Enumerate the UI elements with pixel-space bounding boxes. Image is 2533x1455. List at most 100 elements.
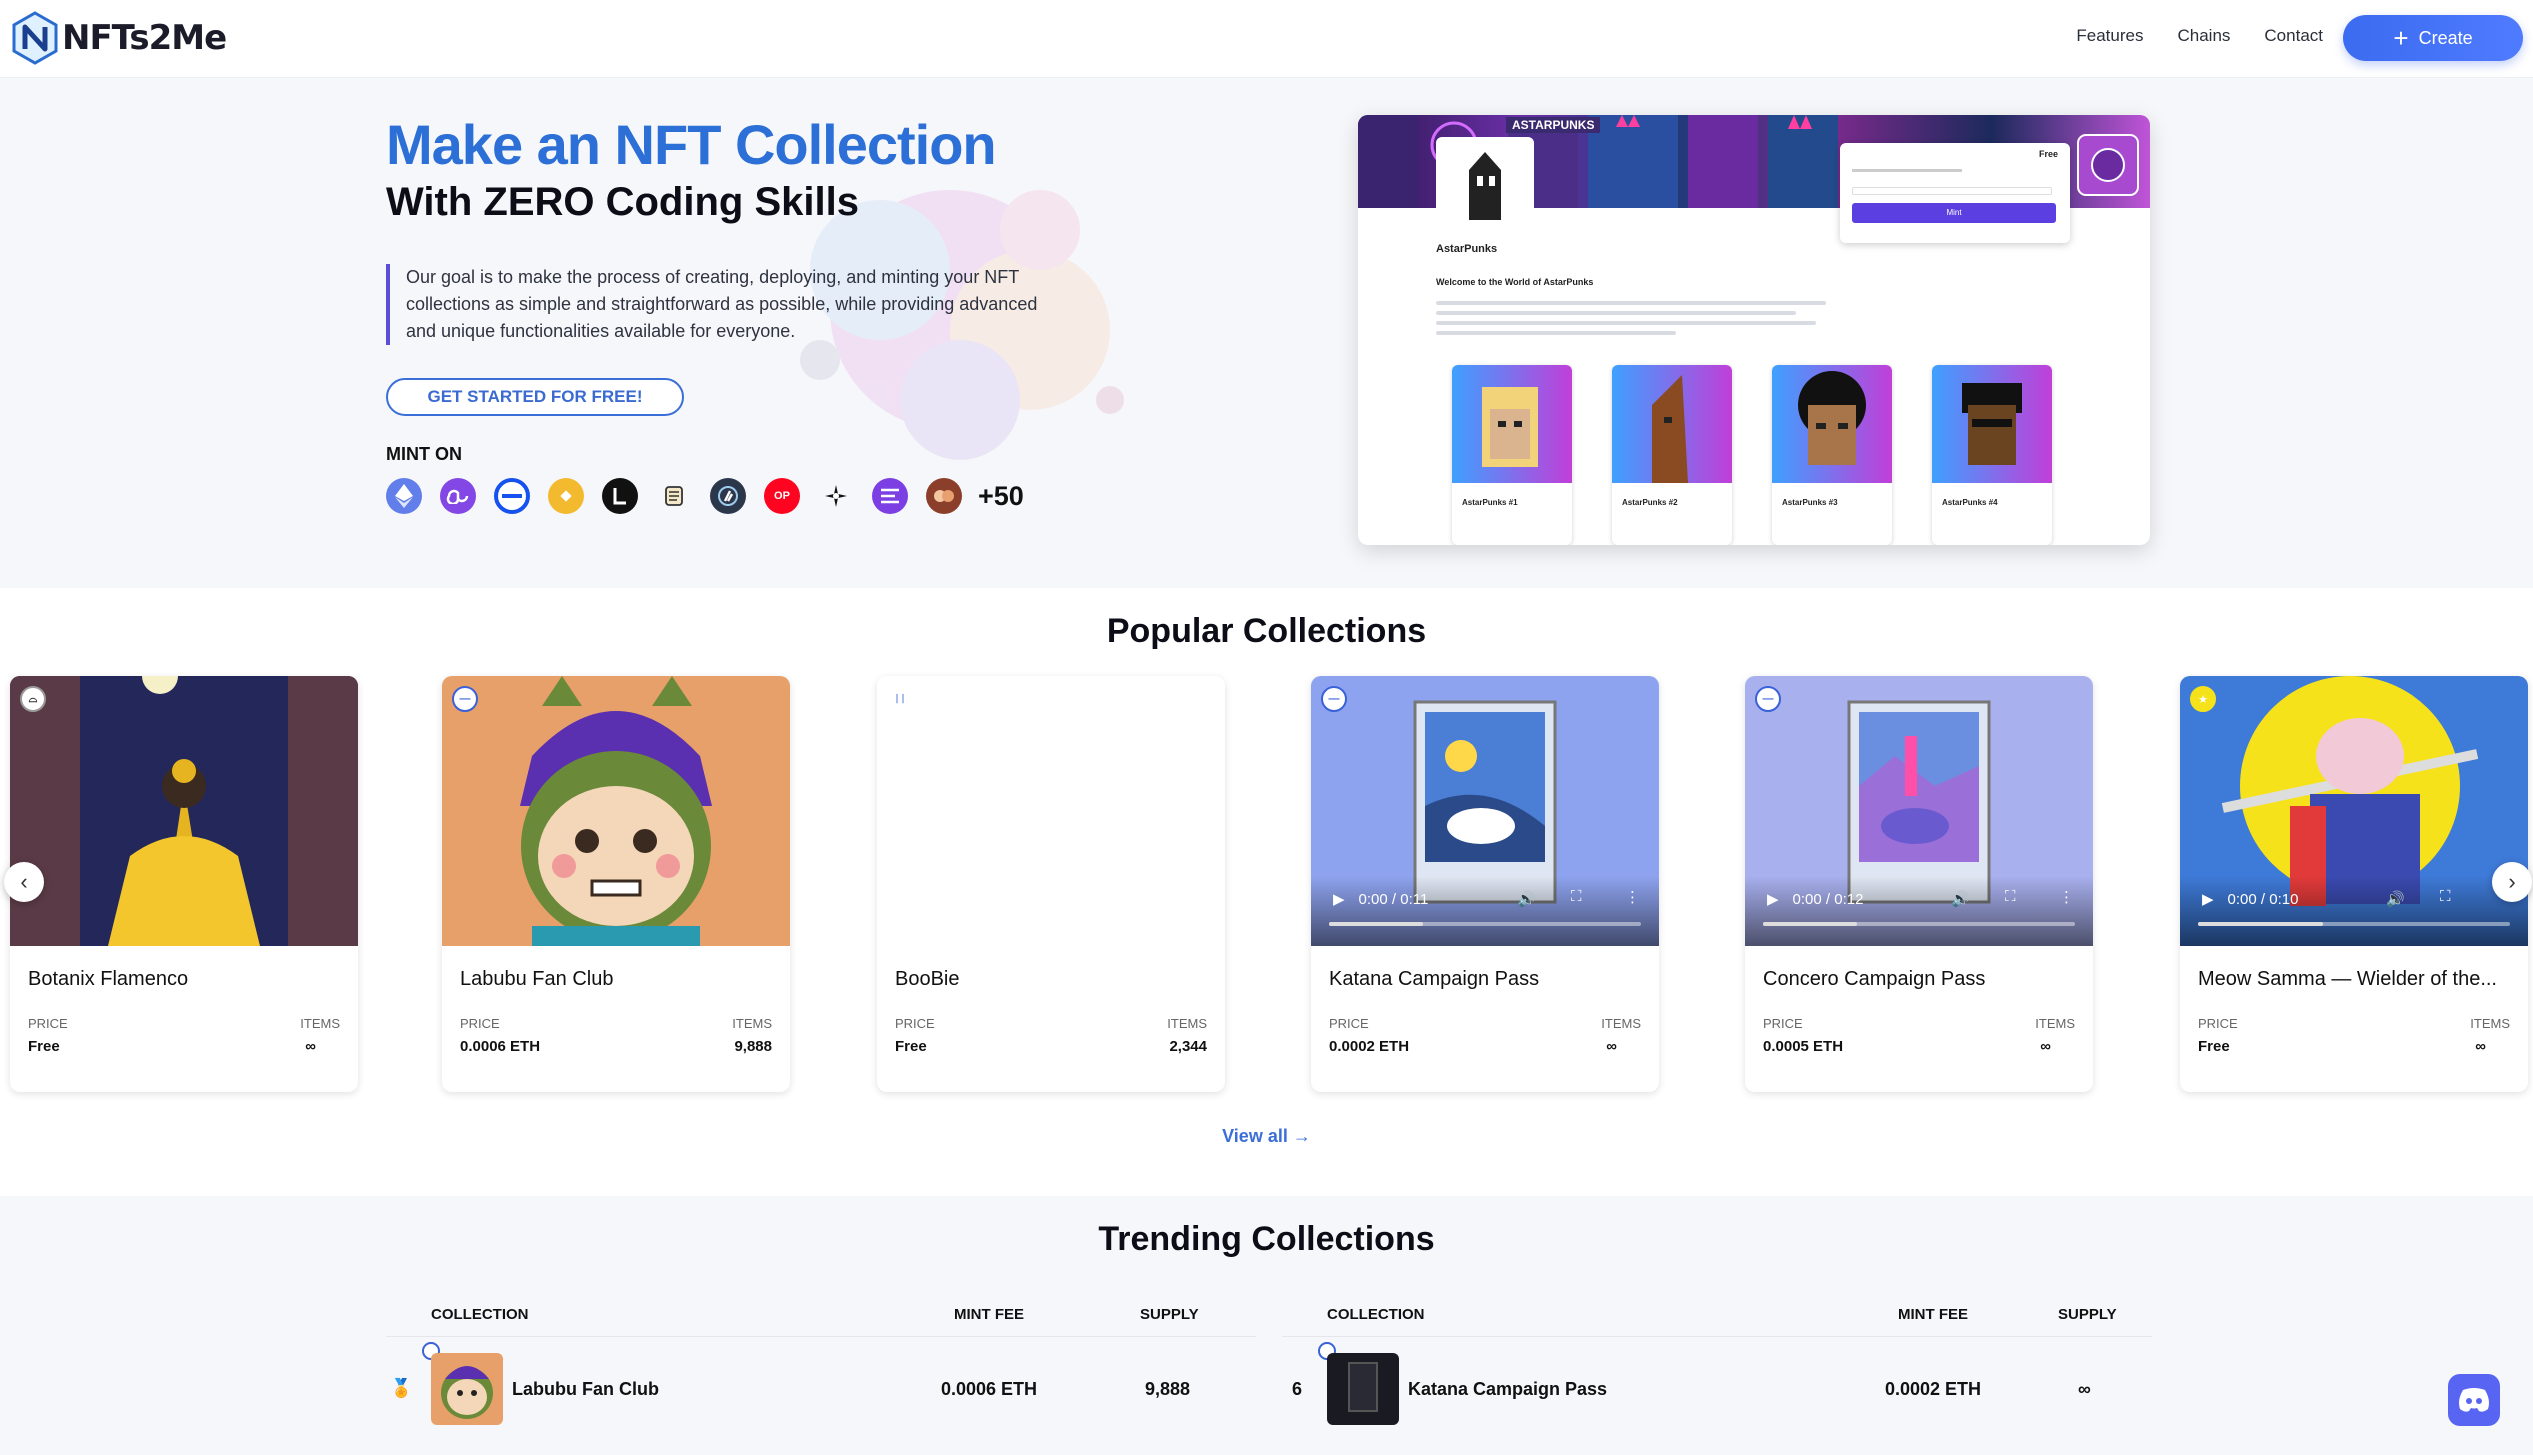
mint-on-label: MINT ON <box>386 444 462 464</box>
play-icon[interactable]: ▶ <box>1767 890 1779 908</box>
fullscreen-icon[interactable]: ⛶ <box>2440 888 2451 905</box>
trophy-icon: 🏅 <box>390 1378 413 1398</box>
video-progress-bar[interactable] <box>2198 922 2510 926</box>
price-label: PRICE <box>895 1016 935 1031</box>
nav-link-chains[interactable]: Chains <box>2177 26 2230 46</box>
collection-video[interactable]: ▶ 0:00 / 0:10 🔊 ⛶ <box>2180 676 2528 946</box>
price-label: PRICE <box>1763 1016 1803 1031</box>
video-time: 0:00 / 0:11 <box>1358 890 1429 908</box>
get-started-button[interactable]: GET STARTED FOR FREE! <box>386 378 684 416</box>
nav-link-contact[interactable]: Contact <box>2264 26 2323 46</box>
create-button-label: Create <box>2418 27 2473 48</box>
collection-name: Katana Campaign Pass <box>1329 968 1540 990</box>
nav-link-features[interactable]: Features <box>2076 26 2143 46</box>
discord-icon <box>2459 1388 2489 1412</box>
collection-video[interactable]: ▶ 0:00 / 0:12 🔊 ⛶ ⋮ <box>1745 676 2093 946</box>
create-button[interactable]: + Create <box>2343 15 2523 61</box>
items-value: 2,344 <box>1169 1038 1207 1055</box>
rank-value: 6 <box>1292 1379 1303 1399</box>
video-time: 0:00 / 0:12 <box>1792 890 1864 908</box>
nfts2me-logo-icon <box>12 11 58 65</box>
items-value: ∞ <box>1606 1038 1617 1055</box>
items-label: ITEMS <box>2035 1016 2075 1031</box>
polygon-icon[interactable] <box>440 478 476 514</box>
preview-nft-card: AstarPunks #4 <box>1932 365 2052 545</box>
collection-name: Katana Campaign Pass <box>1408 1379 1608 1399</box>
collection-card[interactable]: ▶ 0:00 / 0:12 🔊 ⛶ ⋮ — Concero Campaign P… <box>1745 676 2093 1092</box>
base-chain-badge: — <box>452 686 478 712</box>
collection-name: Concero Campaign Pass <box>1763 968 1986 990</box>
items-label: ITEMS <box>1601 1016 1641 1031</box>
preview-price: Free <box>2038 149 2058 159</box>
hero-section <box>0 78 2533 588</box>
mantle-icon[interactable] <box>926 478 962 514</box>
preview-nft-title: AstarPunks #2 <box>1622 498 1678 507</box>
items-label: ITEMS <box>2470 1016 2510 1031</box>
nav-links: Features Chains Contact <box>2076 26 2323 46</box>
preview-mint-button: Mint <box>1852 203 2056 223</box>
base-chain-badge: — <box>1321 686 1347 712</box>
video-controls: ▶ 0:00 / 0:10 🔊 ⛶ <box>2180 876 2528 946</box>
items-value: 9,888 <box>734 1038 772 1055</box>
collection-image <box>442 676 790 946</box>
preview-nft-card: AstarPunks #2 <box>1612 365 1732 545</box>
astar-icon[interactable] <box>818 478 854 514</box>
price-label: PRICE <box>460 1016 500 1031</box>
collection-card[interactable]: ⌓ Botanix Flamenco PRICE ITEMS Free ∞ <box>10 676 358 1092</box>
price-value: Free <box>28 1038 60 1055</box>
video-progress-bar[interactable] <box>1763 922 2075 926</box>
collection-card[interactable]: ▶ 0:00 / 0:11 🔊 ⛶ ⋮ — Katana Campaign Pa… <box>1311 676 1659 1092</box>
video-progress-bar[interactable] <box>1329 922 1641 926</box>
collection-card[interactable]: — Labubu Fan Club PRICE ITEMS 0.0006 ETH… <box>442 676 790 1092</box>
arbitrum-icon[interactable] <box>710 478 746 514</box>
supply-value: 9,888 <box>1145 1379 1191 1399</box>
video-controls: ▶ 0:00 / 0:11 🔊 ⛶ ⋮ <box>1311 876 1659 946</box>
collection-name: BooBie <box>895 968 960 990</box>
fullscreen-icon[interactable]: ⛶ <box>1571 888 1582 905</box>
hero-description: Our goal is to make the process of creat… <box>386 264 1066 345</box>
price-value: 0.0005 ETH <box>1763 1038 1844 1055</box>
play-icon[interactable]: ▶ <box>1333 890 1345 908</box>
chevron-left-icon: ‹ <box>20 869 28 894</box>
volume-icon[interactable]: 🔊 <box>1951 890 1970 908</box>
bnb-icon[interactable] <box>548 478 584 514</box>
preview-banner-label: ASTARPUNKS <box>1506 117 1601 133</box>
price-value: 0.0006 ETH <box>460 1038 541 1055</box>
chevron-right-icon: › <box>2508 869 2516 894</box>
more-options-icon[interactable]: ⋮ <box>1625 888 1640 906</box>
hero-title: Make an NFT Collection <box>386 113 997 176</box>
ethereum-icon[interactable] <box>386 478 422 514</box>
base-icon[interactable] <box>494 478 530 514</box>
volume-icon[interactable]: 🔊 <box>1517 890 1536 908</box>
preview-nft-title: AstarPunks #3 <box>1782 498 1838 507</box>
carousel-prev-button[interactable]: ‹ <box>4 862 44 902</box>
hero-subtitle: With ZERO Coding Skills <box>386 180 859 224</box>
price-label: PRICE <box>2198 1016 2238 1031</box>
carousel-next-button[interactable]: › <box>2492 862 2532 902</box>
items-label: ITEMS <box>1167 1016 1207 1031</box>
scroll-icon[interactable] <box>656 478 692 514</box>
discord-button[interactable] <box>2448 1374 2500 1426</box>
optimism-icon[interactable]: OP <box>764 478 800 514</box>
brand-logo[interactable]: NFTs2Me <box>12 8 227 68</box>
chain-badge: ★ <box>2190 686 2216 712</box>
fullscreen-icon[interactable]: ⛶ <box>2005 888 2016 905</box>
video-time: 0:00 / 0:10 <box>2227 890 2299 908</box>
collection-card[interactable]: ᛁᛁ BooBie PRICE ITEMS Free 2,344 <box>877 676 1225 1092</box>
collection-card[interactable]: ▶ 0:00 / 0:10 🔊 ⛶ ★ Meow Samma — Wielder… <box>2180 676 2528 1092</box>
preview-mint-panel: Free Mint <box>1840 143 2070 243</box>
more-options-icon[interactable]: ⋮ <box>2059 888 2074 906</box>
popular-collections-title: Popular Collections <box>1106 612 1427 650</box>
column-header-supply: SUPPLY <box>2058 1306 2117 1323</box>
play-icon[interactable]: ▶ <box>2202 890 2214 908</box>
chain-list: OP +50 <box>386 478 1024 514</box>
items-label: ITEMS <box>732 1016 772 1031</box>
collection-video[interactable]: ▶ 0:00 / 0:11 🔊 ⛶ ⋮ <box>1311 676 1659 946</box>
column-header-mint-fee: MINT FEE <box>1898 1306 1968 1323</box>
more-chains-count[interactable]: +50 <box>978 481 1024 512</box>
items-value: ∞ <box>2040 1038 2051 1055</box>
linea-icon[interactable] <box>602 478 638 514</box>
view-all-link[interactable]: View all → <box>0 1126 2533 1147</box>
volume-icon[interactable]: 🔊 <box>2386 890 2405 908</box>
ethena-icon[interactable] <box>872 478 908 514</box>
